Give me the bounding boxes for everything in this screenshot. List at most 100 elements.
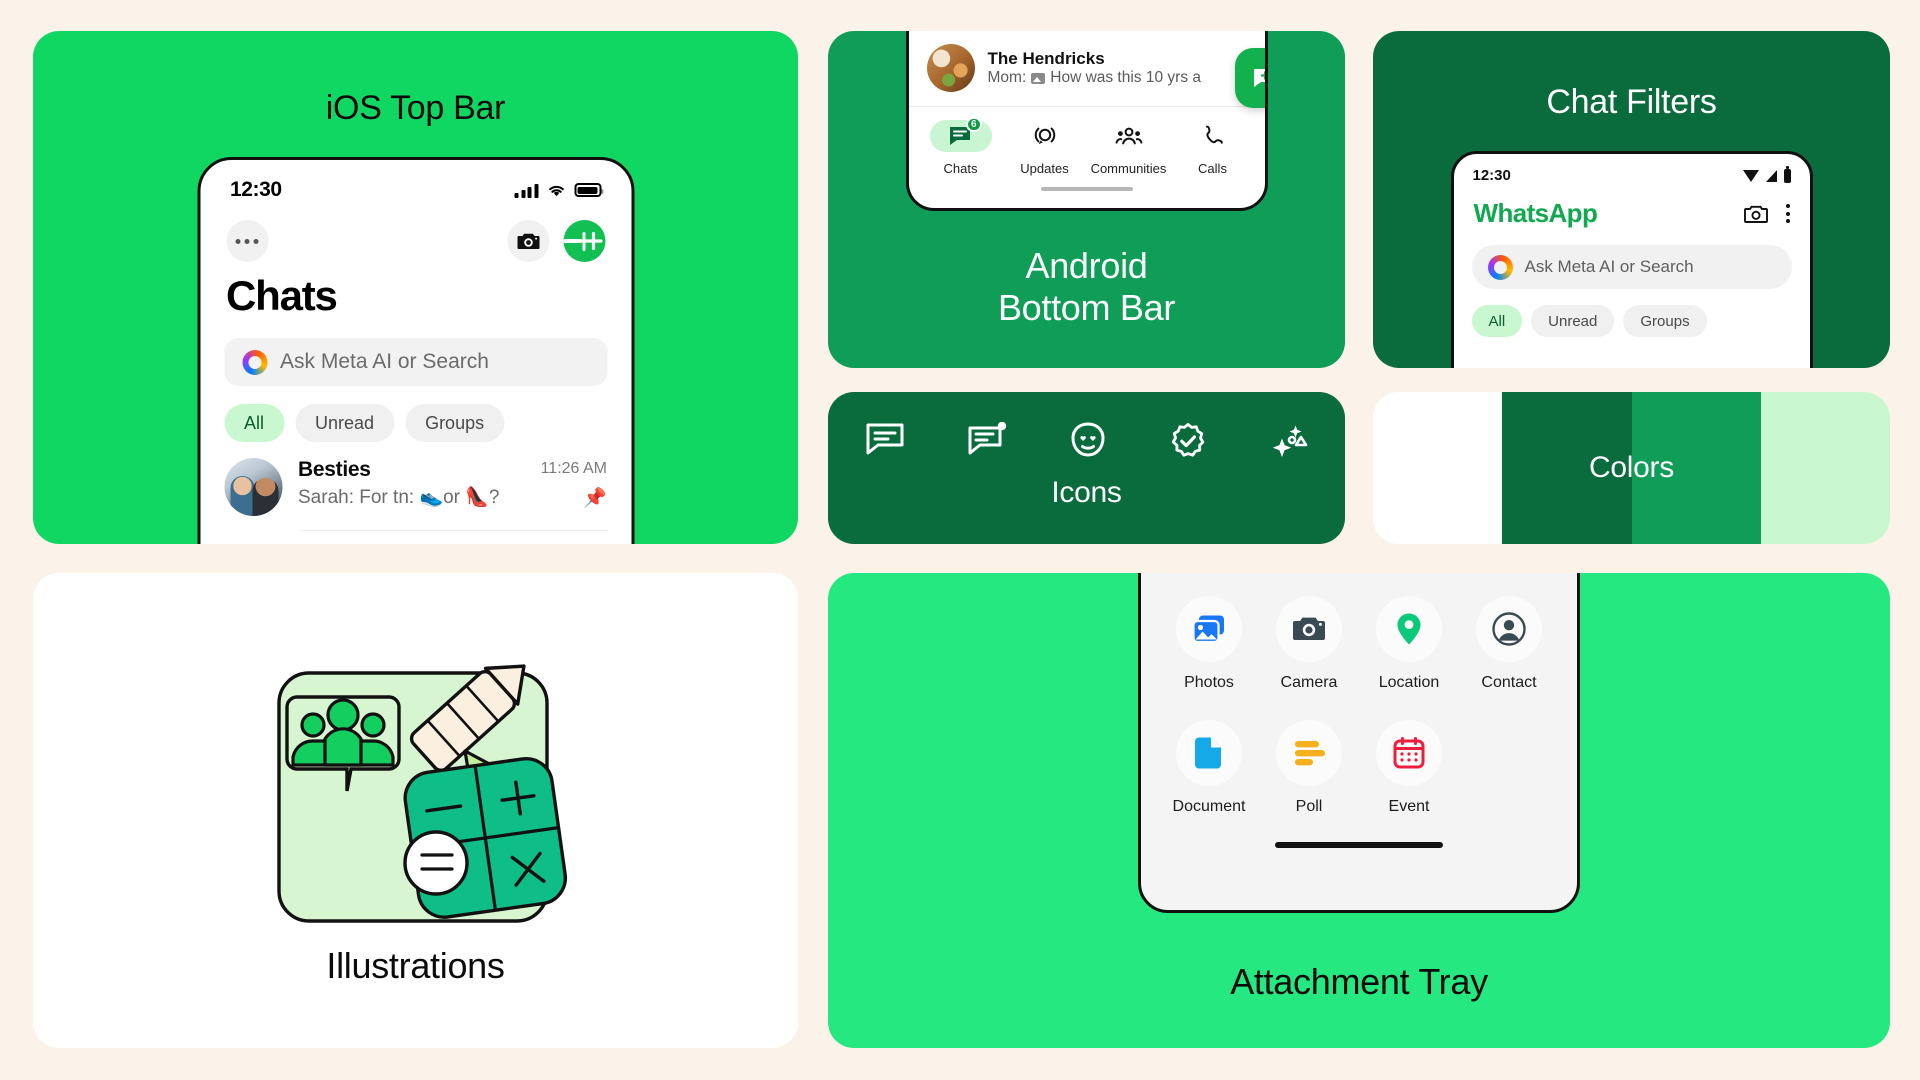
attachment-label-poll: Poll bbox=[1295, 798, 1323, 815]
ios-top-toolbar bbox=[200, 206, 631, 266]
android-title-line2: Bottom Bar bbox=[997, 286, 1176, 328]
status-time: 12:30 bbox=[1472, 167, 1511, 184]
filter-chip-all[interactable]: All bbox=[1471, 305, 1523, 337]
meta-ai-ring-icon bbox=[242, 349, 267, 375]
attachment-label-camera: Camera bbox=[1280, 674, 1338, 691]
attachment-label-location: Location bbox=[1378, 674, 1440, 691]
ios-phone-mockup: 12:30 Chats Ask Meta AI or Search All Un… bbox=[197, 157, 634, 544]
card-title-colors: Colors bbox=[1589, 450, 1674, 484]
card-ios-top-bar: iOS Top Bar 12:30 Chats Ask Meta AI or S… bbox=[33, 31, 798, 544]
ios-status-time: 12:30 bbox=[230, 178, 282, 201]
ai-sparkles-icon bbox=[1272, 425, 1307, 457]
tab-communities[interactable]: Communities bbox=[1087, 120, 1171, 176]
meta-ai-ring-icon bbox=[1487, 254, 1513, 280]
calls-icon-wrap bbox=[1182, 120, 1244, 152]
filter-chip-groups[interactable]: Groups bbox=[1623, 305, 1707, 337]
chat-filter-row: All Unread Groups bbox=[1454, 289, 1810, 337]
cellular-signal-icon bbox=[1765, 169, 1777, 182]
card-chat-filters: Chat Filters 12:30 WhatsApp Ask Meta AI … bbox=[1373, 31, 1890, 368]
filter-chip-all[interactable]: All bbox=[224, 404, 285, 442]
new-chat-button[interactable] bbox=[563, 220, 605, 262]
document-icon-wrap bbox=[1176, 720, 1242, 786]
android-chat-preview[interactable]: The Hendricks Mom: How was this 10 yrs a bbox=[909, 31, 1265, 106]
search-input[interactable]: Ask Meta AI or Search bbox=[224, 338, 607, 386]
filters-phone-mockup: 12:30 WhatsApp Ask Meta AI or Search All… bbox=[1450, 151, 1813, 368]
camera-icon[interactable] bbox=[1743, 204, 1768, 224]
camera-icon bbox=[517, 233, 539, 249]
new-chat-fab[interactable] bbox=[1234, 48, 1265, 108]
more-options-button[interactable] bbox=[226, 220, 268, 262]
avatar bbox=[926, 44, 975, 92]
verified-badge-icon bbox=[1171, 423, 1204, 457]
photos-icon bbox=[1192, 615, 1224, 644]
list-divider bbox=[300, 530, 607, 531]
attachment-empty-slot bbox=[1459, 720, 1559, 816]
icon-showcase-row bbox=[828, 392, 1345, 460]
chat-item-text: Besties Sarah: For tn: 👟or 👠? bbox=[298, 458, 525, 509]
battery-icon bbox=[1783, 165, 1791, 183]
wifi-icon bbox=[548, 185, 564, 196]
location-icon-wrap bbox=[1376, 596, 1442, 662]
android-title-line1: Android bbox=[1025, 245, 1148, 287]
home-indicator bbox=[1275, 842, 1443, 848]
attachment-poll[interactable]: Poll bbox=[1259, 720, 1359, 816]
image-attachment-icon bbox=[1031, 72, 1046, 84]
android-status-bar: 12:30 bbox=[1454, 154, 1810, 184]
education-group-apple-pencil-calculator-illustration bbox=[276, 664, 567, 923]
card-android-bottom-bar: The Hendricks Mom: How was this 10 yrs a bbox=[828, 31, 1345, 368]
attachment-photos[interactable]: Photos bbox=[1159, 596, 1259, 692]
poll-icon-wrap bbox=[1276, 720, 1342, 786]
filter-chip-unread[interactable]: Unread bbox=[1531, 305, 1615, 337]
avatar bbox=[224, 458, 282, 516]
tab-chats[interactable]: 6 Chats bbox=[919, 117, 1003, 176]
chat-item-meta: 11:26 AM 📌 bbox=[541, 458, 607, 510]
header-actions bbox=[1743, 204, 1790, 224]
card-title-android: Android Bottom Bar bbox=[828, 245, 1345, 328]
tab-label-chats: Chats bbox=[943, 161, 978, 176]
wifi-icon bbox=[1742, 169, 1759, 182]
chat-list-item[interactable]: Besties Sarah: For tn: 👟or 👠? 11:26 AM 📌 bbox=[200, 442, 631, 516]
tab-label-communities: Communities bbox=[1090, 161, 1167, 176]
chat-bubble-unread-dot-icon bbox=[968, 422, 1006, 455]
card-title-icons: Icons bbox=[1051, 476, 1122, 509]
card-colors: Colors bbox=[1373, 392, 1890, 544]
attachment-event[interactable]: Event bbox=[1359, 720, 1459, 816]
home-indicator bbox=[1040, 187, 1133, 191]
chat-bubble-icon bbox=[866, 423, 903, 455]
camera-icon-wrap bbox=[1276, 596, 1342, 662]
ios-status-bar: 12:30 bbox=[200, 160, 631, 206]
page-title: Chats bbox=[226, 272, 338, 319]
status-icons bbox=[1742, 165, 1791, 183]
attachment-label-contact: Contact bbox=[1481, 674, 1537, 691]
design-system-board: iOS Top Bar 12:30 Chats Ask Meta AI or S… bbox=[0, 0, 1920, 1080]
filter-chip-groups[interactable]: Groups bbox=[405, 404, 505, 442]
attachment-contact[interactable]: Contact bbox=[1459, 596, 1559, 692]
plus-icon bbox=[584, 232, 603, 250]
card-icons: Icons bbox=[828, 392, 1345, 544]
event-icon-wrap bbox=[1376, 720, 1442, 786]
attachment-document[interactable]: Document bbox=[1159, 720, 1259, 816]
snippet-sender: Mom: bbox=[987, 69, 1027, 86]
attachment-location[interactable]: Location bbox=[1359, 596, 1459, 692]
attachment-label-event: Event bbox=[1388, 798, 1430, 815]
app-header: WhatsApp bbox=[1454, 184, 1810, 229]
card-title-attachment: Attachment Tray bbox=[1230, 960, 1488, 1002]
android-chat-text: The Hendricks Mom: How was this 10 yrs a bbox=[988, 49, 1247, 87]
search-input[interactable]: Ask Meta AI or Search bbox=[1471, 245, 1792, 289]
smiley-heart-eyes-icon bbox=[1070, 422, 1105, 457]
tab-calls[interactable]: Calls bbox=[1171, 120, 1255, 176]
tab-updates[interactable]: Updates bbox=[1003, 120, 1087, 176]
ios-status-icons bbox=[514, 183, 603, 198]
chats-icon-wrap: 6 bbox=[929, 117, 992, 152]
kebab-menu-icon[interactable] bbox=[1785, 204, 1790, 223]
poll-icon bbox=[1295, 741, 1325, 766]
search-placeholder: Ask Meta AI or Search bbox=[280, 350, 489, 373]
camera-button[interactable] bbox=[507, 220, 549, 262]
filter-chip-unread[interactable]: Unread bbox=[295, 404, 395, 442]
document-icon bbox=[1195, 737, 1221, 769]
attachment-camera[interactable]: Camera bbox=[1259, 596, 1359, 692]
chats-unread-badge: 6 bbox=[965, 117, 982, 132]
app-brand-title: WhatsApp bbox=[1473, 198, 1598, 228]
communities-icon bbox=[1115, 127, 1142, 145]
android-phone-mockup: The Hendricks Mom: How was this 10 yrs a bbox=[905, 31, 1268, 211]
